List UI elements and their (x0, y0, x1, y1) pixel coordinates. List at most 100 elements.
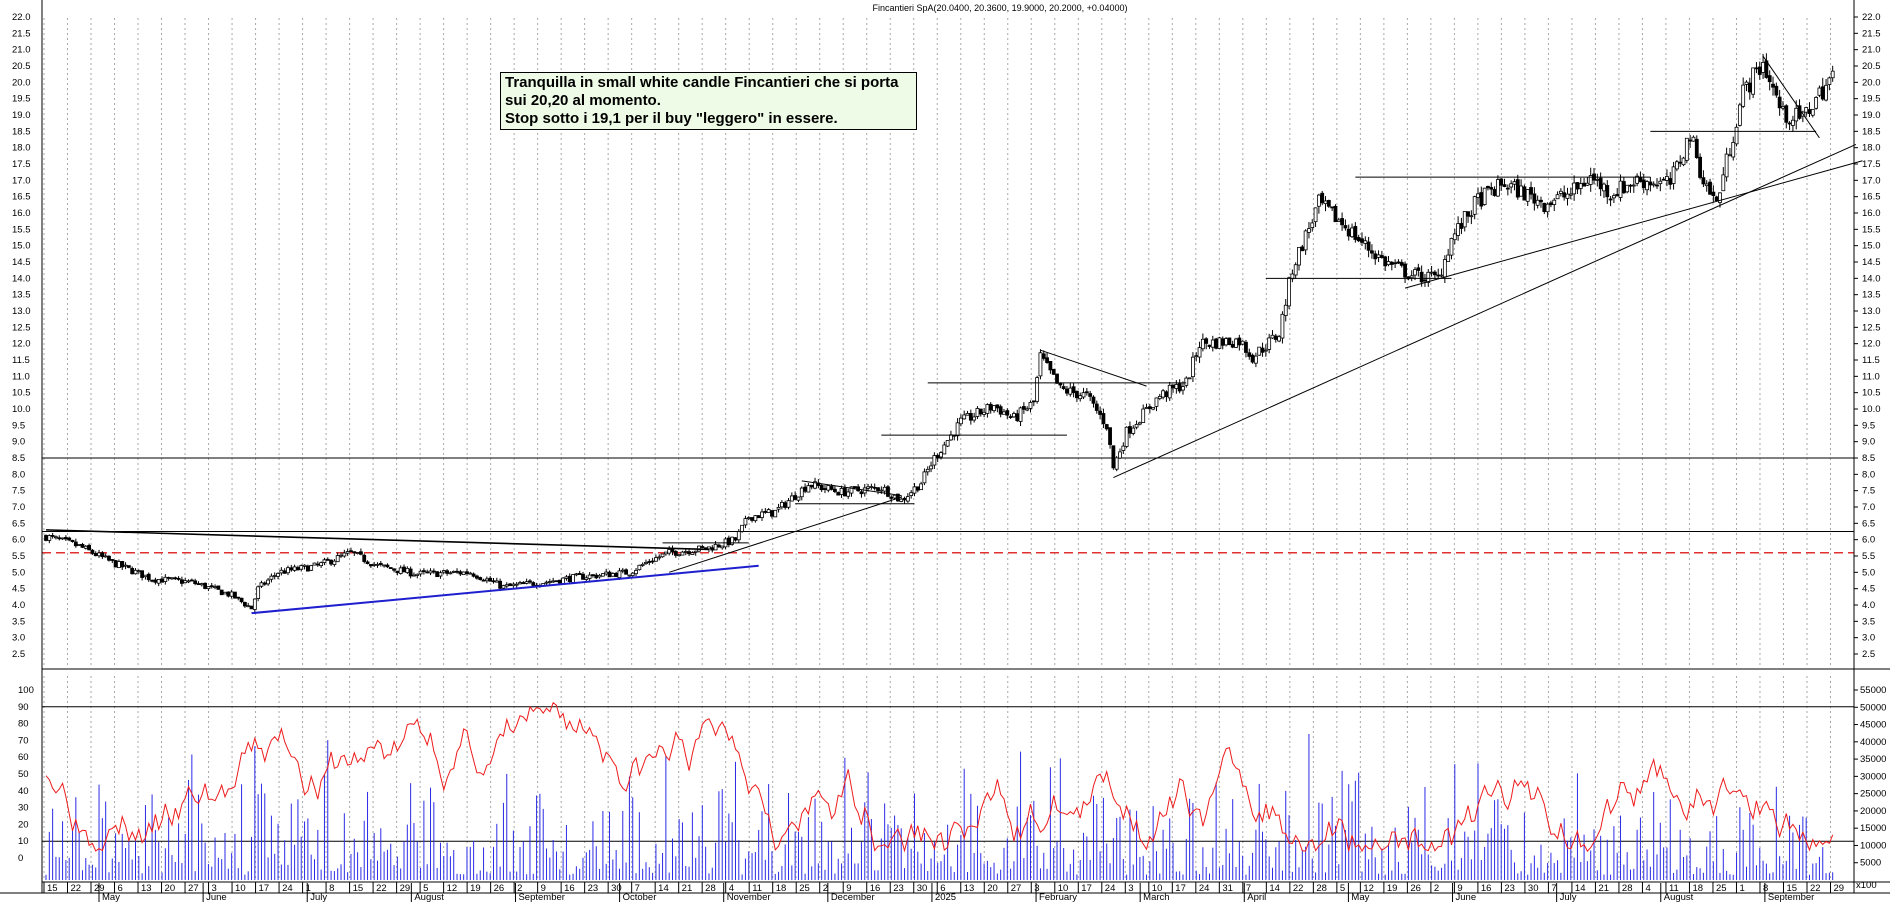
candle-body (249, 605, 254, 610)
candle-body (1167, 384, 1172, 399)
candle-body (315, 563, 320, 566)
candle-body (97, 552, 101, 557)
y-tick-label-left: 6.5 (12, 518, 25, 529)
candle-body (1164, 391, 1169, 398)
candle-body (1310, 222, 1315, 228)
candle-body (521, 582, 526, 585)
candle-body (1267, 337, 1272, 350)
candle-body (335, 555, 340, 563)
y-tick-label-right: 20.5 (1862, 61, 1881, 72)
y-tick-label-left: 11.5 (12, 355, 30, 366)
y-tick-label-left: 4.0 (12, 600, 25, 611)
y-tick-label-right: 7.0 (1862, 502, 1875, 513)
month-label: November (727, 892, 771, 902)
candle-body (196, 583, 201, 585)
month-label: June (1456, 892, 1477, 902)
annotation-box: Tranquilla in small white candle Fincant… (500, 72, 917, 130)
x-tick-label: 25 (1716, 883, 1727, 894)
candle-body (783, 502, 788, 508)
candle-body (882, 486, 887, 492)
volume-tick-label: 20000 (1860, 806, 1886, 817)
candle-body (1101, 413, 1106, 425)
candle-body (1194, 355, 1199, 358)
candle-body (1058, 382, 1063, 386)
candle-body (876, 487, 880, 491)
candle-body (1250, 354, 1255, 363)
candle-body (1665, 176, 1669, 181)
candle-body (1558, 190, 1563, 194)
y-tick-label-left: 16.5 (12, 192, 31, 203)
candle-body (932, 455, 937, 466)
candle-body (1525, 189, 1530, 202)
candle-body (1177, 383, 1182, 392)
candle-body (226, 591, 231, 597)
y-tick-label-right: 11.5 (1862, 355, 1880, 366)
candle-body (103, 555, 108, 558)
y-tick-label-left: 12.5 (12, 322, 31, 333)
y-tick-label-left: 5.5 (12, 551, 25, 562)
candle-body (630, 572, 635, 576)
candle-body (1403, 263, 1407, 278)
candle-body (939, 452, 943, 458)
volume-tick-label: 15000 (1860, 823, 1886, 834)
candle-body (1492, 189, 1497, 196)
x-tick-label: 18 (776, 883, 787, 894)
candle-body (627, 574, 632, 577)
candle-body (54, 536, 58, 539)
candle-body (272, 575, 277, 577)
x-tick-label: 3 (1128, 883, 1133, 894)
month-label: June (206, 892, 227, 902)
x-tick-label: 13 (964, 883, 975, 894)
candle-body (445, 570, 449, 574)
candle-body (266, 579, 270, 585)
x-tick-label: 27 (1011, 883, 1022, 894)
candle-body (1224, 338, 1228, 346)
x-tick-label: 30 (917, 883, 928, 894)
osc-y-tick-label: 10 (18, 836, 29, 847)
candle-body (1012, 413, 1016, 418)
y-tick-label-right: 14.0 (1862, 273, 1881, 284)
candle-body (1293, 264, 1298, 276)
candle-body (799, 487, 804, 498)
candle-body (279, 569, 284, 574)
volume-tick-label: 55000 (1860, 685, 1886, 696)
y-tick-label-right: 22.0 (1862, 12, 1881, 23)
candle-body (770, 510, 774, 517)
candle-body (136, 570, 141, 573)
candle-body (123, 564, 128, 567)
y-tick-label-right: 18.5 (1862, 126, 1881, 137)
candle-body (1280, 313, 1285, 339)
candle-body (1442, 259, 1447, 278)
candle-body (233, 591, 237, 599)
candle-body (1240, 340, 1245, 345)
candle-body (1181, 386, 1185, 391)
candle-body (1446, 254, 1451, 262)
candle-body (1061, 386, 1066, 389)
candle-body (766, 509, 771, 513)
x-tick-label: 28 (705, 883, 716, 894)
candle-body (942, 444, 947, 455)
candle-body (829, 486, 834, 490)
x-tick-label: 30 (611, 883, 622, 894)
candle-body (902, 497, 907, 501)
candle-body (663, 551, 668, 555)
candle-body (319, 562, 324, 567)
candle-body (402, 566, 406, 573)
candle-body (925, 468, 930, 473)
candle-body (554, 580, 559, 583)
x-tick-label: 15 (353, 883, 364, 894)
candle-body (63, 537, 68, 540)
candle-body (1439, 274, 1444, 277)
month-label: July (1560, 892, 1577, 902)
candle-body (786, 500, 791, 508)
candle-body (372, 564, 377, 566)
candle-body (587, 574, 592, 579)
candle-body (385, 564, 390, 568)
candle-body (1161, 390, 1165, 398)
candle-body (1379, 255, 1384, 258)
candle-body (1002, 411, 1006, 415)
candle-body (156, 579, 161, 584)
candle-body (508, 583, 512, 587)
candle-body (130, 568, 135, 575)
candle-body (239, 597, 244, 603)
